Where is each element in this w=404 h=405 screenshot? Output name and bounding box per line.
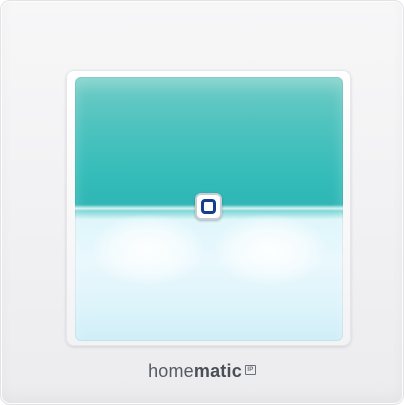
- brand-suffix: matic: [193, 361, 242, 381]
- brand-prefix: home: [148, 361, 194, 381]
- ip-badge-icon: IP: [244, 365, 256, 375]
- light-glow-right: [215, 215, 325, 285]
- light-panel-button[interactable]: [75, 77, 343, 341]
- brand-logo: homematic IP: [1, 361, 403, 381]
- light-glow-left: [93, 215, 203, 285]
- status-led-inner: [201, 199, 216, 214]
- wall-switch-frame: homematic IP: [0, 0, 404, 405]
- status-led-icon: [195, 193, 222, 220]
